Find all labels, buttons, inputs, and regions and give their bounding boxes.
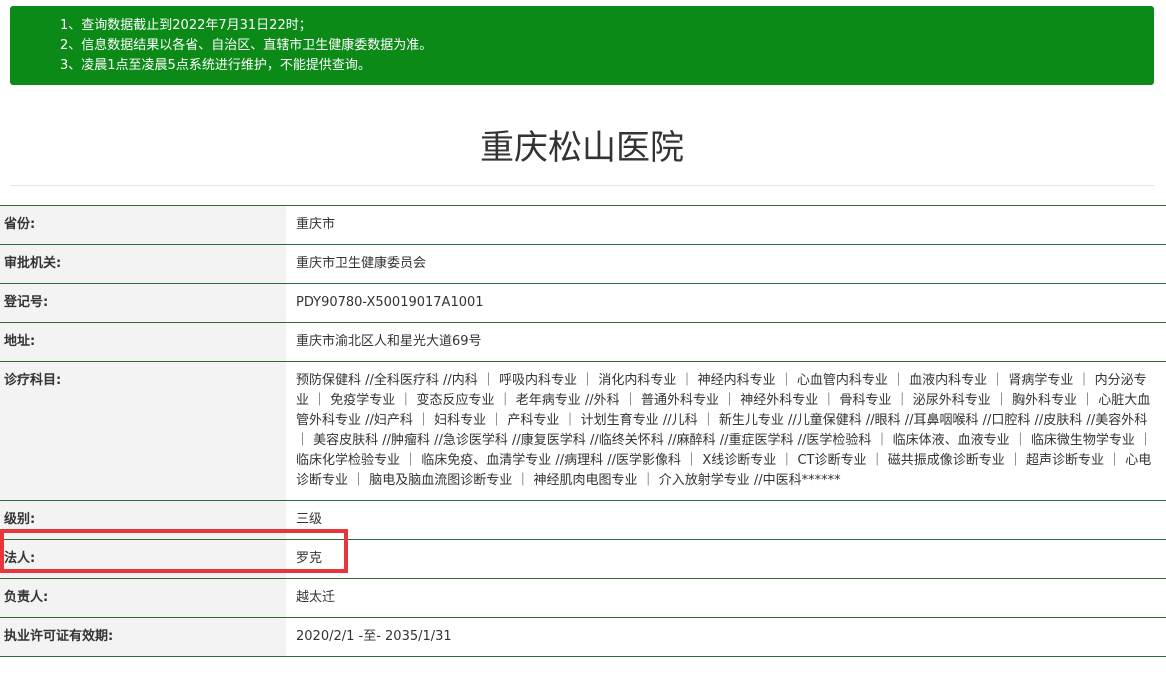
row-value: 三级 — [286, 500, 1166, 540]
row-label: 诊疗科目: — [0, 361, 286, 501]
table-row: 负责人: 越太迁 — [0, 578, 1166, 618]
hospital-name: 重庆松山医院 — [480, 128, 684, 168]
row-value: 重庆市渝北区人和星光大道69号 — [286, 322, 1166, 362]
table-row: 执业许可证有效期: 2020/2/1 -至- 2035/1/31 — [0, 617, 1166, 657]
row-value: 重庆市 — [286, 205, 1166, 245]
row-value: 重庆市卫生健康委员会 — [286, 244, 1166, 284]
table-row: 诊疗科目: 预防保健科 //全科医疗科 //内科 ｜ 呼吸内科专业 ｜ 消化内科… — [0, 361, 1166, 501]
row-value: 预防保健科 //全科医疗科 //内科 ｜ 呼吸内科专业 ｜ 消化内科专业 ｜ 神… — [286, 361, 1166, 501]
table-row: 审批机关: 重庆市卫生健康委员会 — [0, 244, 1166, 284]
row-label: 省份: — [0, 205, 286, 245]
row-label: 登记号: — [0, 283, 286, 323]
table-row: 法人: 罗克 — [0, 539, 1166, 579]
notice-banner: 1、查询数据截止到2022年7月31日22时； 2、信息数据结果以各省、自治区、… — [10, 6, 1154, 85]
notice-line-2: 2、信息数据结果以各省、自治区、直辖市卫生健康委数据为准。 — [60, 38, 433, 53]
hospital-info-table: 省份: 重庆市 审批机关: 重庆市卫生健康委员会 登记号: PDY90780-X… — [0, 205, 1166, 657]
row-label: 执业许可证有效期: — [0, 617, 286, 657]
row-value: 2020/2/1 -至- 2035/1/31 — [286, 617, 1166, 657]
row-value: PDY90780-X50019017A1001 — [286, 283, 1166, 323]
table-row: 省份: 重庆市 — [0, 205, 1166, 245]
notice-line-1: 1、查询数据截止到2022年7月31日22时； — [60, 18, 312, 33]
table-row: 地址: 重庆市渝北区人和星光大道69号 — [0, 322, 1166, 362]
table-row: 登记号: PDY90780-X50019017A1001 — [0, 283, 1166, 323]
row-value: 罗克 — [286, 539, 1166, 579]
row-label: 负责人: — [0, 578, 286, 618]
row-value: 越太迁 — [286, 578, 1166, 618]
row-label: 地址: — [0, 322, 286, 362]
table-row: 级别: 三级 — [0, 500, 1166, 540]
row-label: 法人: — [0, 539, 286, 579]
notice-line-3: 3、凌晨1点至凌晨5点系统进行维护，不能提供查询。 — [60, 58, 371, 73]
title-section: 重庆松山医院 — [10, 86, 1154, 186]
row-label: 审批机关: — [0, 244, 286, 284]
row-label: 级别: — [0, 500, 286, 540]
